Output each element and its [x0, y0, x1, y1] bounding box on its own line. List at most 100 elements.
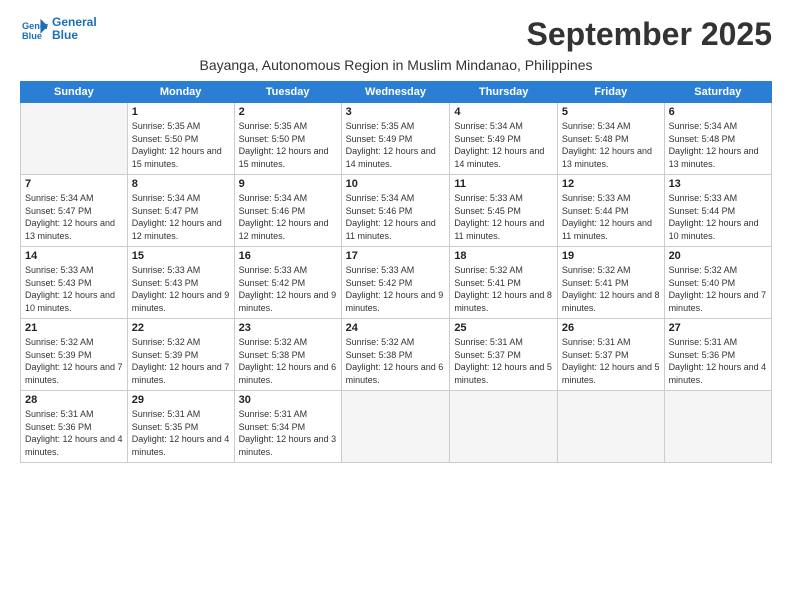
day-info: Sunrise: 5:32 AMSunset: 5:40 PMDaylight:…: [669, 264, 767, 314]
calendar-cell: 13 Sunrise: 5:33 AMSunset: 5:44 PMDayligh…: [664, 175, 771, 247]
subtitle: Bayanga, Autonomous Region in Muslim Min…: [20, 57, 772, 73]
day-info: Sunrise: 5:33 AMSunset: 5:43 PMDaylight:…: [25, 264, 123, 314]
calendar-cell: 1 Sunrise: 5:35 AMSunset: 5:50 PMDaylight…: [127, 103, 234, 175]
day-number: 6: [669, 106, 767, 118]
day-info: Sunrise: 5:34 AMSunset: 5:46 PMDaylight:…: [346, 192, 446, 242]
calendar-table: SundayMondayTuesdayWednesdayThursdayFrid…: [20, 81, 772, 463]
calendar-cell: 18Sunrise: 5:32 AMSunset: 5:41 PMDayligh…: [450, 247, 558, 319]
day-info: Sunrise: 5:34 AMSunset: 5:47 PMDaylight:…: [25, 192, 123, 242]
day-number: 8: [132, 178, 230, 190]
day-number: 15: [132, 250, 230, 262]
calendar-cell: 14 Sunrise: 5:33 AMSunset: 5:43 PMDayligh…: [21, 247, 128, 319]
day-info: Sunrise: 5:31 AMSunset: 5:36 PMDaylight:…: [25, 408, 123, 458]
calendar-cell: 10Sunrise: 5:34 AMSunset: 5:46 PMDayligh…: [341, 175, 450, 247]
day-number: 5: [562, 106, 660, 118]
calendar-header-thursday: Thursday: [450, 82, 558, 103]
calendar-cell: 22 Sunrise: 5:32 AMSunset: 5:39 PMDayligh…: [127, 319, 234, 391]
day-info: Sunrise: 5:34 AMSunset: 5:48 PMDaylight:…: [669, 120, 767, 170]
calendar-header-monday: Monday: [127, 82, 234, 103]
calendar-week-1: 1 Sunrise: 5:35 AMSunset: 5:50 PMDaylight…: [21, 103, 772, 175]
calendar-cell: 8 Sunrise: 5:34 AMSunset: 5:47 PMDaylight…: [127, 175, 234, 247]
day-info: Sunrise: 5:32 AMSunset: 5:38 PMDaylight:…: [346, 336, 446, 386]
day-info: Sunrise: 5:35 AMSunset: 5:50 PMDaylight:…: [239, 120, 337, 170]
svg-text:Blue: Blue: [22, 31, 42, 41]
day-number: 16: [239, 250, 337, 262]
calendar-cell: 12 Sunrise: 5:33 AMSunset: 5:44 PMDayligh…: [557, 175, 664, 247]
day-info: Sunrise: 5:31 AMSunset: 5:36 PMDaylight:…: [669, 336, 767, 386]
day-number: 11: [454, 178, 553, 190]
day-number: 23: [239, 322, 337, 334]
day-number: 27: [669, 322, 767, 334]
day-number: 4: [454, 106, 553, 118]
day-number: 13: [669, 178, 767, 190]
header: General Blue General Blue September 2025: [20, 16, 772, 53]
day-info: Sunrise: 5:32 AMSunset: 5:41 PMDaylight:…: [562, 264, 660, 314]
day-info: Sunrise: 5:33 AMSunset: 5:43 PMDaylight:…: [132, 264, 230, 314]
calendar-cell: 20Sunrise: 5:32 AMSunset: 5:40 PMDayligh…: [664, 247, 771, 319]
calendar-cell: 23 Sunrise: 5:32 AMSunset: 5:38 PMDayligh…: [234, 319, 341, 391]
calendar-header-friday: Friday: [557, 82, 664, 103]
calendar-cell: 15 Sunrise: 5:33 AMSunset: 5:43 PMDayligh…: [127, 247, 234, 319]
day-info: Sunrise: 5:33 AMSunset: 5:42 PMDaylight:…: [346, 264, 446, 314]
page: General Blue General Blue September 2025…: [0, 0, 792, 612]
calendar-cell: 2 Sunrise: 5:35 AMSunset: 5:50 PMDaylight…: [234, 103, 341, 175]
day-number: 30: [239, 394, 337, 406]
day-number: 21: [25, 322, 123, 334]
day-info: Sunrise: 5:32 AMSunset: 5:39 PMDaylight:…: [132, 336, 230, 386]
day-number: 19: [562, 250, 660, 262]
calendar-cell: 21 Sunrise: 5:32 AMSunset: 5:39 PMDayligh…: [21, 319, 128, 391]
calendar-header-row: SundayMondayTuesdayWednesdayThursdayFrid…: [21, 82, 772, 103]
calendar-cell: [21, 103, 128, 175]
calendar-cell: [664, 391, 771, 463]
day-info: Sunrise: 5:33 AMSunset: 5:45 PMDaylight:…: [454, 192, 553, 242]
logo-icon: General Blue: [20, 17, 48, 41]
day-info: Sunrise: 5:34 AMSunset: 5:49 PMDaylight:…: [454, 120, 553, 170]
calendar-cell: 24Sunrise: 5:32 AMSunset: 5:38 PMDayligh…: [341, 319, 450, 391]
day-number: 29: [132, 394, 230, 406]
day-info: Sunrise: 5:33 AMSunset: 5:44 PMDaylight:…: [562, 192, 660, 242]
day-info: Sunrise: 5:31 AMSunset: 5:37 PMDaylight:…: [454, 336, 553, 386]
day-number: 1: [132, 106, 230, 118]
calendar-cell: [557, 391, 664, 463]
day-info: Sunrise: 5:33 AMSunset: 5:42 PMDaylight:…: [239, 264, 337, 314]
calendar-cell: 3 Sunrise: 5:35 AMSunset: 5:49 PMDaylight…: [341, 103, 450, 175]
calendar-header-wednesday: Wednesday: [341, 82, 450, 103]
calendar-week-3: 14 Sunrise: 5:33 AMSunset: 5:43 PMDayligh…: [21, 247, 772, 319]
day-number: 7: [25, 178, 123, 190]
day-number: 14: [25, 250, 123, 262]
calendar-cell: 25Sunrise: 5:31 AMSunset: 5:37 PMDayligh…: [450, 319, 558, 391]
calendar-cell: 7 Sunrise: 5:34 AMSunset: 5:47 PMDaylight…: [21, 175, 128, 247]
day-info: Sunrise: 5:32 AMSunset: 5:39 PMDaylight:…: [25, 336, 123, 386]
day-number: 2: [239, 106, 337, 118]
day-number: 26: [562, 322, 660, 334]
day-info: Sunrise: 5:35 AMSunset: 5:49 PMDaylight:…: [346, 120, 446, 170]
day-info: Sunrise: 5:34 AMSunset: 5:47 PMDaylight:…: [132, 192, 230, 242]
day-info: Sunrise: 5:31 AMSunset: 5:37 PMDaylight:…: [562, 336, 660, 386]
calendar-cell: 6 Sunrise: 5:34 AMSunset: 5:48 PMDaylight…: [664, 103, 771, 175]
calendar-cell: 30 Sunrise: 5:31 AMSunset: 5:34 PMDayligh…: [234, 391, 341, 463]
calendar-cell: 9Sunrise: 5:34 AMSunset: 5:46 PMDaylight…: [234, 175, 341, 247]
day-number: 22: [132, 322, 230, 334]
calendar-week-5: 28 Sunrise: 5:31 AMSunset: 5:36 PMDayligh…: [21, 391, 772, 463]
calendar-cell: 5 Sunrise: 5:34 AMSunset: 5:48 PMDaylight…: [557, 103, 664, 175]
calendar-cell: 17 Sunrise: 5:33 AMSunset: 5:42 PMDayligh…: [341, 247, 450, 319]
calendar-header-saturday: Saturday: [664, 82, 771, 103]
day-info: Sunrise: 5:32 AMSunset: 5:38 PMDaylight:…: [239, 336, 337, 386]
calendar-cell: [450, 391, 558, 463]
day-info: Sunrise: 5:31 AMSunset: 5:35 PMDaylight:…: [132, 408, 230, 458]
calendar-cell: 29 Sunrise: 5:31 AMSunset: 5:35 PMDayligh…: [127, 391, 234, 463]
calendar-cell: 11 Sunrise: 5:33 AMSunset: 5:45 PMDayligh…: [450, 175, 558, 247]
day-number: 12: [562, 178, 660, 190]
day-number: 17: [346, 250, 446, 262]
day-info: Sunrise: 5:33 AMSunset: 5:44 PMDaylight:…: [669, 192, 767, 242]
calendar-week-2: 7 Sunrise: 5:34 AMSunset: 5:47 PMDaylight…: [21, 175, 772, 247]
logo-line2: Blue: [52, 29, 97, 42]
day-info: Sunrise: 5:35 AMSunset: 5:50 PMDaylight:…: [132, 120, 230, 170]
day-info: Sunrise: 5:34 AMSunset: 5:48 PMDaylight:…: [562, 120, 660, 170]
day-number: 3: [346, 106, 446, 118]
calendar-cell: 28 Sunrise: 5:31 AMSunset: 5:36 PMDayligh…: [21, 391, 128, 463]
day-number: 28: [25, 394, 123, 406]
day-info: Sunrise: 5:32 AMSunset: 5:41 PMDaylight:…: [454, 264, 553, 314]
day-info: Sunrise: 5:31 AMSunset: 5:34 PMDaylight:…: [239, 408, 337, 458]
logo: General Blue General Blue: [20, 16, 97, 42]
